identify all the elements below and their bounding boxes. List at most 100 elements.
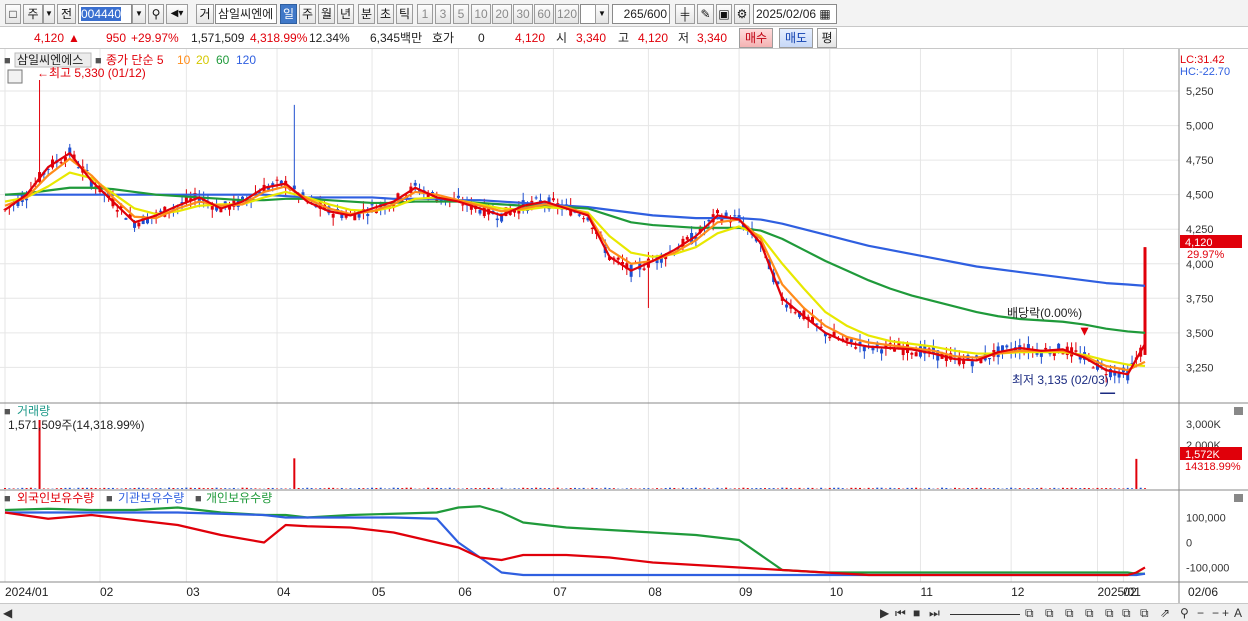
y-tick-label: 4,500 <box>1186 190 1214 202</box>
candle-body <box>880 349 884 354</box>
chevron-down-icon[interactable]: ▼ <box>132 4 146 24</box>
volume-bar <box>919 488 922 489</box>
legend-bullet: ■ <box>195 493 202 505</box>
y-tick-label: 5,000 <box>1186 121 1214 133</box>
volume-bar <box>1079 488 1082 489</box>
zoom-slider[interactable] <box>950 606 1020 615</box>
prev-button[interactable]: 전 <box>57 4 76 24</box>
speaker-icon[interactable]: ◀▾ <box>166 4 188 24</box>
legend-stock-name[interactable]: 삼일씨엔에스 <box>17 53 83 67</box>
volume-bar <box>556 487 559 489</box>
ask-price: 4,120 <box>515 31 546 45</box>
minus-icon[interactable]: − <box>1212 606 1219 620</box>
save-icon[interactable]: ▣ <box>716 4 732 24</box>
volume-title[interactable]: 거래량 <box>17 404 50 418</box>
layout-icon[interactable]: ⧉ <box>1045 606 1054 620</box>
table-icon[interactable] <box>7 69 23 84</box>
layout-icon[interactable]: ⧉ <box>1065 606 1074 620</box>
volume-bar <box>574 487 576 489</box>
period-tick-button[interactable]: 틱 <box>396 4 413 24</box>
legend-individual[interactable]: 개인보유수량 <box>206 491 272 505</box>
period-week-button[interactable]: 주 <box>299 4 316 24</box>
layout-icon[interactable]: ⧉ <box>1140 606 1149 620</box>
volume-bar <box>759 488 762 489</box>
chevron-down-icon[interactable]: ▼ <box>43 4 55 24</box>
gear-icon[interactable]: ⚙ <box>734 4 750 24</box>
chevron-down-icon[interactable]: ▼ <box>595 4 609 24</box>
legend-ma120[interactable]: 120 <box>236 53 256 67</box>
calendar-icon[interactable]: ▦ <box>819 7 830 21</box>
volume-bar <box>479 488 481 489</box>
count-5-button[interactable]: 5 <box>453 4 469 24</box>
legend-ma10[interactable]: 10 <box>177 53 191 67</box>
period-minute-button[interactable]: 분 <box>358 4 375 24</box>
volume-bar <box>366 488 369 489</box>
legend-foreign[interactable]: 외국인보유수량 <box>17 491 94 505</box>
legend-ma20[interactable]: 20 <box>196 53 210 67</box>
volume-bar <box>820 487 823 489</box>
sell-button[interactable]: 매도 <box>779 28 813 48</box>
plus-icon[interactable]: + <box>1222 606 1229 620</box>
window-icon[interactable]: □ <box>5 4 21 24</box>
x-tick-label: 10 <box>830 585 844 599</box>
volume-bar <box>979 487 982 489</box>
y-tick-label: 0 <box>1186 538 1192 550</box>
count-120-button[interactable]: 120 <box>555 4 579 24</box>
volume-bar <box>392 487 395 489</box>
layout-icon[interactable]: ⧉ <box>1122 606 1131 620</box>
count-20-button[interactable]: 20 <box>492 4 512 24</box>
volume-bar <box>375 488 378 489</box>
period-dropdown[interactable]: 주 <box>23 4 43 24</box>
stock-code-input[interactable]: 004440 <box>78 4 132 24</box>
volume-bar <box>107 488 110 489</box>
candle-body <box>793 312 797 314</box>
volume-bar <box>1066 488 1069 489</box>
period-day-button[interactable]: 일 <box>280 4 297 24</box>
last-icon[interactable]: ⏭ <box>929 606 940 620</box>
layout-icon[interactable]: ⧉ <box>1085 606 1094 620</box>
volume-bar <box>250 488 253 489</box>
chart-area[interactable]: 3,2503,5003,7504,0004,2504,5004,7505,000… <box>0 49 1248 603</box>
legend-bullet: ■ <box>4 55 11 67</box>
date-field[interactable]: 2025/02/06 ▦ <box>753 4 837 24</box>
volume-bar <box>1083 487 1086 489</box>
period-month-button[interactable]: 월 <box>318 4 335 24</box>
buy-button[interactable]: 매수 <box>739 28 773 48</box>
export-icon[interactable]: ⇗ <box>1160 606 1170 620</box>
volume-bar <box>362 488 365 489</box>
legend-ma5[interactable]: 종가 단순 5 <box>106 53 164 67</box>
count-30-button[interactable]: 30 <box>513 4 533 24</box>
first-icon[interactable]: ⏮ <box>895 606 906 620</box>
range-field[interactable]: 265/600 <box>612 4 670 24</box>
minus-icon[interactable]: − <box>1197 606 1204 620</box>
x-last-label: 02/06 <box>1188 585 1218 599</box>
period-second-button[interactable]: 초 <box>377 4 394 24</box>
play-icon[interactable]: ▶ <box>880 606 889 620</box>
trade-button[interactable]: 거 <box>196 4 214 24</box>
volume-bar <box>81 487 84 489</box>
layout-icon[interactable]: ⧉ <box>1105 606 1114 620</box>
draw-tool-icon[interactable]: ✎ <box>697 4 714 24</box>
close-panel-icon[interactable] <box>1234 407 1243 415</box>
eval-button[interactable]: 평 <box>817 28 837 48</box>
stop-icon[interactable]: ■ <box>913 606 920 620</box>
candle-type-icon[interactable]: ╪ <box>675 4 695 24</box>
scroll-left-icon[interactable]: ◀ <box>3 606 12 620</box>
search-icon[interactable]: ⚲ <box>148 4 164 24</box>
layout-icon[interactable]: ⧉ <box>1025 606 1034 620</box>
period-year-button[interactable]: 년 <box>337 4 354 24</box>
volume-bar <box>871 488 874 489</box>
legend-ma60[interactable]: 60 <box>216 53 230 67</box>
count-60-button[interactable]: 60 <box>534 4 554 24</box>
count-10-button[interactable]: 10 <box>471 4 491 24</box>
count-3-button[interactable]: 3 <box>435 4 451 24</box>
font-icon[interactable]: A <box>1234 606 1242 620</box>
volume-bar <box>526 488 529 489</box>
close-panel-icon[interactable] <box>1234 494 1243 502</box>
count-1-button[interactable]: 1 <box>417 4 433 24</box>
stock-name-field[interactable]: 삼일씨엔에 <box>215 4 277 24</box>
legend-institution[interactable]: 기관보유수량 <box>118 491 184 505</box>
volume-bar <box>176 488 179 489</box>
open-price: 3,340 <box>576 31 607 45</box>
zoom-icon[interactable]: ⚲ <box>1180 606 1189 620</box>
